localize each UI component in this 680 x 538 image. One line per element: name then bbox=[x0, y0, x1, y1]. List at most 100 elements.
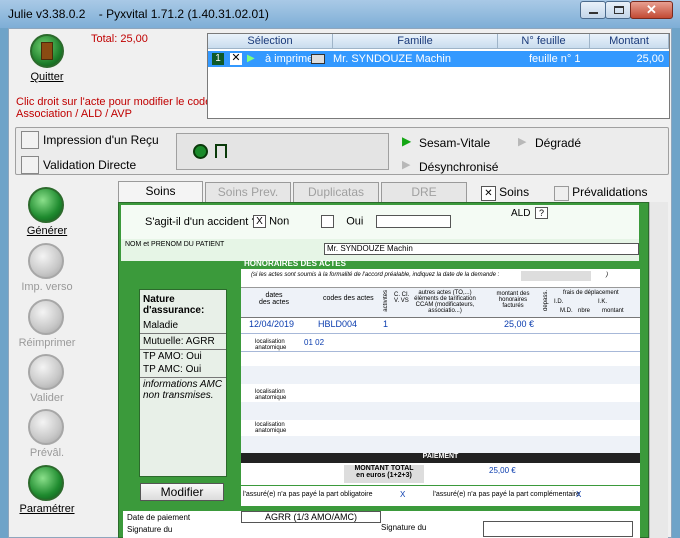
note-text: (si les actes sont soumis à la formalité… bbox=[251, 272, 500, 278]
col-header-montant[interactable]: Montant bbox=[590, 34, 669, 49]
soins-checkbox[interactable]: ✕ bbox=[481, 185, 496, 201]
col-frais: frais de déplacement bbox=[563, 290, 619, 296]
accident-non[interactable]: X Non bbox=[253, 215, 289, 228]
soins-check[interactable]: ✕ Soins bbox=[481, 185, 529, 201]
ald-field[interactable]: ? bbox=[535, 207, 548, 219]
feuille-soins-form: S'agit-il d'un accident ? X Non Oui ALD … bbox=[118, 202, 649, 538]
col-id: I.D. bbox=[554, 299, 564, 305]
loc-label-2: localisation anatomique bbox=[255, 389, 287, 401]
patient-label: NOM et PRENOM DU PATIENT bbox=[125, 241, 225, 248]
validate-direct-label[interactable]: Validation Directe bbox=[43, 158, 136, 172]
total-value: 25,00 € bbox=[489, 466, 516, 475]
reader-panel bbox=[176, 133, 389, 170]
sidebar-button-5[interactable] bbox=[28, 465, 64, 501]
assure-row: l'assuré(e) n'a pas payé la part obligat… bbox=[241, 486, 640, 506]
table-row[interactable] bbox=[241, 402, 640, 420]
sidebar-button-0[interactable] bbox=[28, 187, 64, 223]
col-header-selection[interactable]: Sélection bbox=[208, 34, 333, 49]
window-title: Julie v3.38.0.2 - Pyxvital 1.71.2 (1.40.… bbox=[8, 7, 269, 21]
patient-name-field[interactable]: Mr. SYNDOUZE Machin bbox=[324, 243, 639, 255]
date-paiement-label: Date de paiement bbox=[127, 513, 191, 522]
table-row[interactable] bbox=[241, 436, 640, 454]
sidebar-button-4[interactable] bbox=[28, 409, 64, 445]
scrollbar[interactable] bbox=[649, 202, 668, 538]
act-activite[interactable]: 1 bbox=[383, 319, 388, 329]
assure-compl-check[interactable]: X bbox=[576, 490, 581, 499]
feuilles-grid[interactable]: Sélection Famille N° feuille Montant 1 ✕… bbox=[207, 33, 670, 119]
accident-oui-label: Oui bbox=[346, 215, 364, 228]
table-row[interactable] bbox=[241, 366, 640, 384]
note-date-field[interactable] bbox=[521, 271, 591, 281]
hint-line1: Clic droit sur l'acte pour modifier le c… bbox=[16, 96, 212, 108]
soins-check-label: Soins bbox=[499, 185, 530, 199]
col-codes: codes des actes bbox=[323, 295, 374, 302]
prevalidations-checkbox[interactable] bbox=[554, 185, 569, 201]
col-montant: montant des honoraires facturés bbox=[496, 291, 530, 309]
loc-value[interactable]: 01 02 bbox=[304, 338, 324, 347]
tab-duplicatas[interactable]: Duplicatas bbox=[293, 182, 379, 202]
accident-date-field[interactable] bbox=[376, 215, 451, 228]
prevalidations-label: Prévalidations bbox=[572, 185, 648, 199]
accident-question: S'agit-il d'un accident ? bbox=[145, 216, 258, 228]
sidebar-button-1[interactable] bbox=[28, 243, 64, 279]
minimize-button[interactable] bbox=[580, 1, 606, 19]
maximize-button[interactable] bbox=[605, 1, 631, 19]
signature-field[interactable] bbox=[483, 521, 633, 537]
col-dates: dates des actes bbox=[259, 292, 289, 306]
close-button[interactable]: ✕ bbox=[630, 1, 673, 19]
accident-non-label: Non bbox=[269, 215, 290, 228]
minimize-icon bbox=[589, 12, 598, 14]
quit-button[interactable] bbox=[30, 34, 64, 68]
printer-icon bbox=[311, 54, 325, 64]
validate-direct-checkbox[interactable] bbox=[21, 156, 39, 174]
montant-total-label: MONTANT TOTAL bbox=[354, 465, 414, 472]
print-receipt-label[interactable]: Impression d'un Reçu bbox=[43, 133, 159, 147]
col-activites: activités bbox=[383, 290, 389, 312]
accident-oui-checkbox[interactable] bbox=[321, 215, 334, 228]
col-header-feuille[interactable]: N° feuille bbox=[498, 34, 590, 49]
accident-oui[interactable]: Oui bbox=[321, 215, 363, 228]
insurance-box: Nature d'assurance: Maladie Mutuelle: AG… bbox=[139, 289, 227, 477]
sidebar-label-5: Paramétrer bbox=[19, 503, 75, 515]
table-row[interactable]: 1 ✕ ▶ à imprimer Mr. SYNDOUZE Machin feu… bbox=[208, 51, 669, 67]
bookmark-icon[interactable] bbox=[215, 144, 227, 158]
col-ik-montant: montant bbox=[602, 308, 624, 314]
desync-label[interactable]: Désynchronisé bbox=[419, 160, 498, 174]
act-code[interactable]: HBLD004 bbox=[318, 319, 357, 329]
nature-value: Maladie bbox=[143, 320, 179, 331]
en-euros-label: en euros (1+2+3) bbox=[356, 472, 412, 479]
assure-oblig-check[interactable]: X bbox=[400, 490, 405, 499]
modifier-button[interactable]: Modifier bbox=[140, 483, 224, 501]
col-depass: dépass. bbox=[543, 290, 549, 312]
col-header-famille[interactable]: Famille bbox=[333, 34, 498, 49]
prevalidations-check[interactable]: Prévalidations bbox=[554, 185, 647, 201]
note-end: ) bbox=[606, 272, 608, 278]
divider bbox=[140, 349, 226, 350]
note-row: (si les actes sont soumis à la formalité… bbox=[241, 269, 640, 287]
amc-info: informations AMC non transmises. bbox=[143, 379, 223, 401]
close-icon: ✕ bbox=[646, 2, 657, 17]
act-date[interactable]: 12/04/2019 bbox=[249, 319, 294, 329]
row-divider bbox=[241, 333, 640, 334]
total-label: Total: 25,00 bbox=[91, 33, 148, 45]
col-autres: autres actes (TO,...) éléments de tarifi… bbox=[414, 290, 476, 314]
row-number: 1 bbox=[212, 53, 224, 65]
tab-soins-prev[interactable]: Soins Prev. bbox=[205, 182, 291, 202]
payment-mode-field[interactable]: AGRR (1/3 AMO/AMC) bbox=[241, 511, 381, 523]
sidebar-button-3[interactable] bbox=[28, 354, 64, 390]
tab-dre[interactable]: DRE bbox=[381, 182, 467, 202]
row-checkbox[interactable]: ✕ bbox=[230, 53, 242, 65]
nature-label: Nature d'assurance: bbox=[143, 294, 205, 316]
tab-soins[interactable]: Soins bbox=[118, 181, 203, 202]
sidebar-button-2[interactable] bbox=[28, 299, 64, 335]
print-receipt-checkbox[interactable] bbox=[21, 131, 39, 149]
door-icon bbox=[41, 42, 53, 60]
loc-label: localisation anatomique bbox=[255, 339, 287, 351]
reader-icon[interactable] bbox=[193, 144, 208, 159]
payment-row: Date de paiement Signature du AGRR (1/3 … bbox=[123, 511, 640, 538]
accident-non-checkbox[interactable]: X bbox=[253, 215, 266, 228]
row-feuille: feuille n° 1 bbox=[529, 53, 581, 65]
degrade-label[interactable]: Dégradé bbox=[535, 136, 581, 150]
act-montant[interactable]: 25,00 € bbox=[504, 319, 534, 329]
sesam-label[interactable]: Sesam-Vitale bbox=[419, 136, 490, 150]
